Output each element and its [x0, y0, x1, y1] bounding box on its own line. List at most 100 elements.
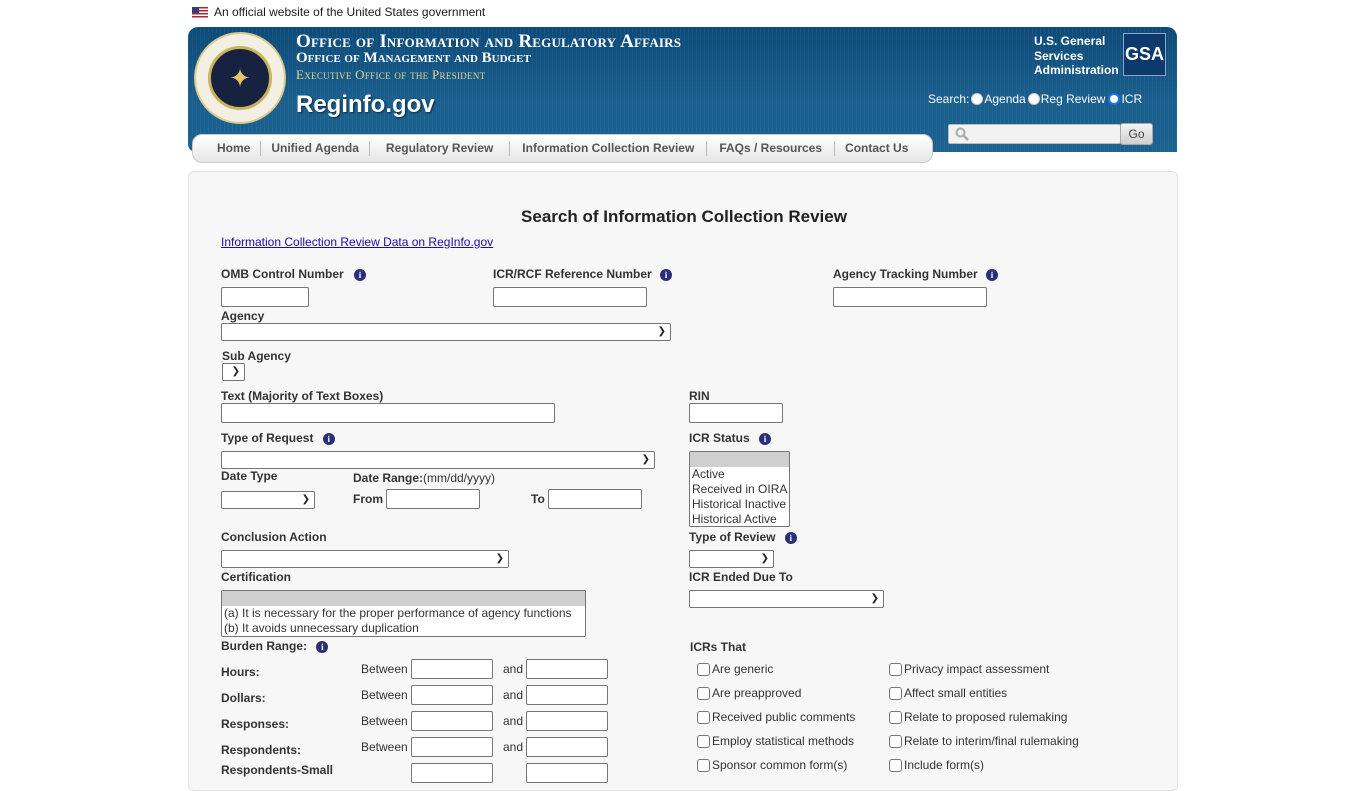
between-label: Between — [361, 740, 408, 754]
nav-faqs-resources[interactable]: FAQs / Resources — [707, 141, 836, 156]
checkbox-received-public-comments[interactable]: Received public comments — [697, 710, 855, 724]
checkbox-employ-statistical-methods[interactable]: Employ statistical methods — [697, 734, 854, 748]
checkbox-label: Affect small entities — [904, 686, 1008, 700]
certification-option[interactable] — [222, 591, 585, 606]
conclusion-action-select[interactable]: ❯ — [221, 550, 509, 568]
search-go-button[interactable]: Go — [1120, 123, 1153, 145]
icr-ended-due-to-select[interactable]: ❯ — [689, 590, 884, 608]
checkbox[interactable] — [889, 662, 902, 676]
icr-rcf-reference-input[interactable] — [493, 287, 647, 307]
checkbox-privacy-impact-assessment[interactable]: Privacy impact assessment — [889, 662, 1049, 676]
gsa-line: Administration — [1034, 63, 1119, 77]
checkbox-affect-small-entities[interactable]: Affect small entities — [889, 686, 1007, 700]
burden-hours-max-input[interactable] — [526, 659, 608, 679]
type-of-request-label: Type of Request i — [221, 431, 335, 445]
icrs-that-label: ICRs That — [690, 640, 747, 654]
checkbox-relate-to-proposed-rulemaking[interactable]: Relate to proposed rulemaking — [889, 710, 1067, 724]
date-type-select[interactable]: ❯ — [221, 491, 315, 509]
burden-responses-max-input[interactable] — [526, 711, 608, 731]
burden-hours-min-input[interactable] — [411, 659, 493, 679]
burden-dollars-max-input[interactable] — [526, 685, 608, 705]
checkbox[interactable] — [697, 686, 710, 700]
icr-data-link[interactable]: Information Collection Review Data on Re… — [221, 235, 493, 249]
chevron-down-icon: ❯ — [657, 326, 666, 337]
type-of-request-select[interactable]: ❯ — [221, 451, 655, 469]
eop-seal-logo[interactable]: ✦ — [194, 32, 286, 124]
icr-status-option[interactable]: Historical Active — [690, 512, 789, 526]
checkbox[interactable] — [889, 686, 902, 700]
burden-dollars-label: Dollars: — [221, 691, 266, 705]
info-icon[interactable]: i — [322, 432, 335, 445]
checkbox-label: Employ statistical methods — [712, 734, 855, 748]
radio-agenda[interactable] — [971, 93, 984, 105]
sub-agency-select[interactable]: ❯ — [222, 363, 245, 381]
checkbox-sponsor-common-forms[interactable]: Sponsor common form(s) — [697, 758, 847, 772]
icr-status-listbox[interactable]: Active Received in OIRA Historical Inact… — [689, 451, 790, 527]
text-search-input[interactable] — [221, 403, 555, 423]
agency-tracking-number-input[interactable] — [833, 287, 987, 307]
radio-reg-review[interactable] — [1027, 93, 1040, 105]
page-title: Search of Information Collection Review — [521, 207, 847, 226]
date-from-input[interactable] — [386, 489, 480, 509]
gsa-name[interactable]: U.S. General Services Administration — [1034, 34, 1119, 78]
checkbox-include-forms[interactable]: Include form(s) — [889, 758, 984, 772]
checkbox[interactable] — [889, 710, 902, 724]
gsa-logo[interactable]: GSA — [1123, 33, 1166, 76]
agency-select[interactable]: ❯ — [221, 323, 671, 341]
radio-icr[interactable] — [1108, 93, 1121, 105]
checkbox[interactable] — [697, 710, 710, 724]
burden-respondents-small-label: Respondents-Small — [221, 763, 334, 777]
nav-home[interactable]: Home — [207, 141, 262, 156]
burden-responses-min-input[interactable] — [411, 711, 493, 731]
date-range-label: Date Range:(mm/dd/yyyy) — [353, 469, 495, 487]
info-icon[interactable]: i — [316, 640, 329, 653]
nav-unified-agenda[interactable]: Unified Agenda — [261, 141, 370, 156]
info-icon[interactable]: i — [986, 268, 999, 281]
certification-option[interactable]: (b) It avoids unnecessary duplication — [222, 621, 585, 636]
checkbox-are-preapproved[interactable]: Are preapproved — [697, 686, 801, 700]
certification-option[interactable]: (a) It is necessary for the proper perfo… — [222, 606, 585, 621]
and-label: and — [503, 740, 524, 754]
info-icon[interactable]: i — [784, 531, 797, 544]
icr-status-option[interactable]: Active — [690, 467, 789, 482]
type-of-review-label: Type of Review i — [689, 530, 797, 544]
checkbox[interactable] — [697, 734, 710, 748]
date-to-input[interactable] — [548, 489, 642, 509]
burden-dollars-min-input[interactable] — [411, 685, 493, 705]
icr-status-option[interactable] — [690, 452, 789, 467]
checkbox[interactable] — [889, 758, 902, 772]
info-icon[interactable]: i — [354, 268, 367, 281]
nav-information-collection-review[interactable]: Information Collection Review — [510, 141, 708, 156]
rin-input[interactable] — [689, 403, 783, 423]
checkbox[interactable] — [889, 734, 902, 748]
burden-respondents-min-input[interactable] — [411, 737, 493, 757]
text-search-label: Text (Majority of Text Boxes) — [221, 389, 384, 403]
icr-rcf-reference-label: ICR/RCF Reference Number i — [493, 267, 673, 281]
checkbox-label: Sponsor common form(s) — [712, 758, 848, 772]
burden-respondents-small-max-input[interactable] — [526, 763, 608, 783]
search-form-panel: Search of Information Collection Review … — [188, 171, 1178, 791]
between-label: Between — [361, 688, 408, 702]
icr-status-option[interactable]: Received in OIRA — [690, 482, 789, 497]
label-text: Type of Review — [689, 530, 776, 544]
certification-label: Certification — [221, 570, 292, 584]
type-of-review-select[interactable]: ❯ — [689, 550, 774, 568]
icr-status-option[interactable]: Historical Inactive — [690, 497, 789, 512]
nav-contact-us[interactable]: Contact Us — [835, 141, 918, 156]
burden-respondents-small-min-input[interactable] — [411, 763, 493, 783]
checkbox[interactable] — [697, 662, 710, 676]
site-name[interactable]: Reginfo.gov — [296, 91, 435, 119]
checkbox-are-generic[interactable]: Are generic — [697, 662, 773, 676]
sub-agency-label: Sub Agency — [222, 349, 291, 363]
burden-respondents-max-input[interactable] — [526, 737, 608, 757]
omb-control-number-input[interactable] — [221, 287, 309, 307]
info-icon[interactable]: i — [660, 268, 673, 281]
nav-regulatory-review[interactable]: Regulatory Review — [370, 141, 511, 156]
checkbox[interactable] — [697, 758, 710, 772]
info-icon[interactable]: i — [759, 432, 772, 445]
header-title-omb: Office of Management and Budget — [296, 50, 531, 66]
certification-listbox[interactable]: (a) It is necessary for the proper perfo… — [221, 590, 586, 637]
radio-icr-label: ICR — [1121, 92, 1143, 106]
checkbox-relate-to-interim-final-rulemaking[interactable]: Relate to interim/final rulemaking — [889, 734, 1079, 748]
site-search-input[interactable] — [948, 124, 1121, 144]
